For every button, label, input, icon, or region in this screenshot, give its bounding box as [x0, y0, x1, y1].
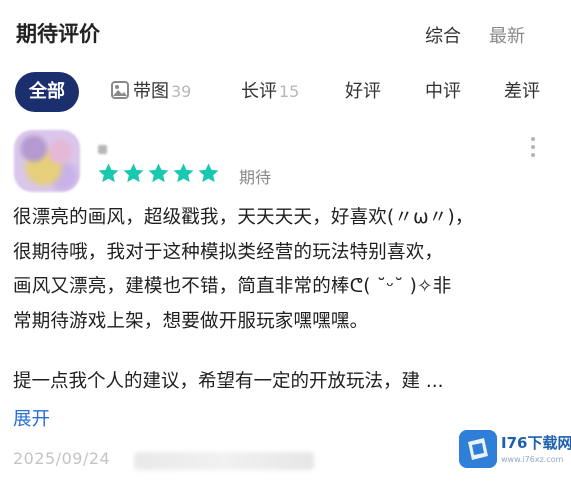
watermark-url: www.i76xz.com: [501, 455, 564, 464]
review-date: 2025/09/24: [13, 449, 111, 468]
filter-all[interactable]: 全部: [15, 72, 79, 112]
filter-all-label: 全部: [29, 81, 65, 102]
star-icon: [98, 163, 119, 183]
filter-negative-label: 差评: [504, 81, 540, 102]
filter-neutral[interactable]: 中评: [425, 72, 461, 112]
star-icon: [123, 163, 144, 183]
username-blurred: [98, 145, 107, 154]
filter-positive[interactable]: 好评: [345, 72, 381, 112]
watermark-name: I76下载网: [501, 434, 571, 452]
filter-bar: 全部 带图 39 长评 15 好评 中评 差评: [0, 70, 571, 114]
watermark: I76下载网 www.i76xz.com: [459, 428, 571, 474]
star-rating: [97, 162, 222, 186]
filter-with-image[interactable]: 带图 39: [111, 72, 191, 112]
filter-with-image-count: 39: [171, 82, 192, 101]
avatar[interactable]: [14, 130, 80, 192]
filter-long-review-count: 15: [279, 82, 300, 101]
filter-with-image-label: 带图: [133, 81, 169, 102]
expand-link[interactable]: 展开: [13, 405, 50, 431]
filter-long-review[interactable]: 长评 15: [241, 72, 299, 112]
sort-comprehensive[interactable]: 综合: [425, 22, 461, 48]
review-content: 很漂亮的画风，超级戳我，天天天天，好喜欢(〃ω〃)， 很期待哦，我对于这种模拟类…: [13, 207, 474, 332]
star-icon: [148, 163, 169, 183]
star-icon: [198, 163, 219, 183]
filter-negative[interactable]: 差评: [504, 72, 540, 112]
filter-long-review-label: 长评: [241, 81, 277, 102]
filter-neutral-label: 中评: [425, 81, 461, 102]
review-tag: 期待: [239, 168, 272, 187]
review-header: 期待评价 综合 最新: [0, 0, 571, 66]
watermark-logo-icon: [459, 430, 497, 468]
blurred-text: [134, 452, 314, 470]
sort-latest[interactable]: 最新: [489, 22, 525, 48]
review-excerpt: 提一点我个人的建议，希望有一定的开放玩法，建 ...: [13, 371, 444, 392]
star-icon: [173, 163, 194, 183]
filter-positive-label: 好评: [345, 81, 381, 102]
page-title: 期待评价: [16, 22, 100, 46]
more-options-icon[interactable]: [530, 137, 536, 159]
image-icon: [111, 81, 129, 99]
